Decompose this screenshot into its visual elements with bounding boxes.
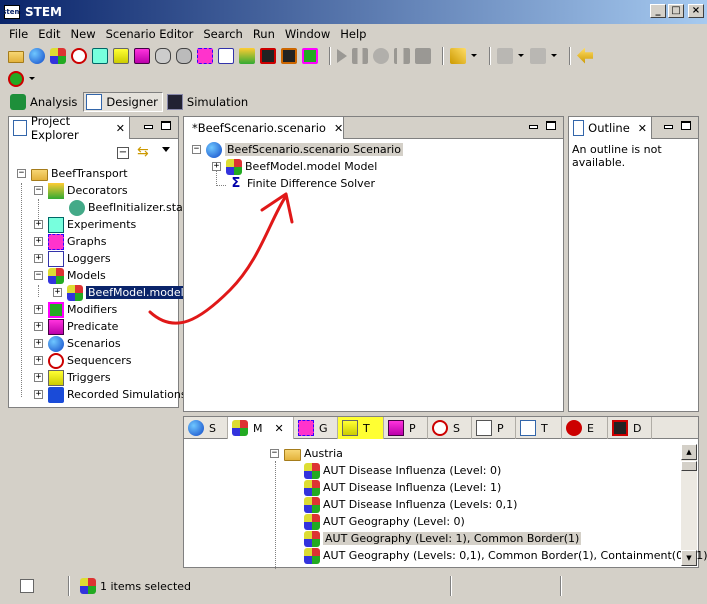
fast-view-icon[interactable] [20, 579, 34, 593]
status-bar: 1 items selected [0, 572, 707, 604]
annotation-arrow [148, 192, 294, 325]
selection-model-icon [80, 578, 96, 594]
selection-status: 1 items selected [100, 580, 192, 593]
